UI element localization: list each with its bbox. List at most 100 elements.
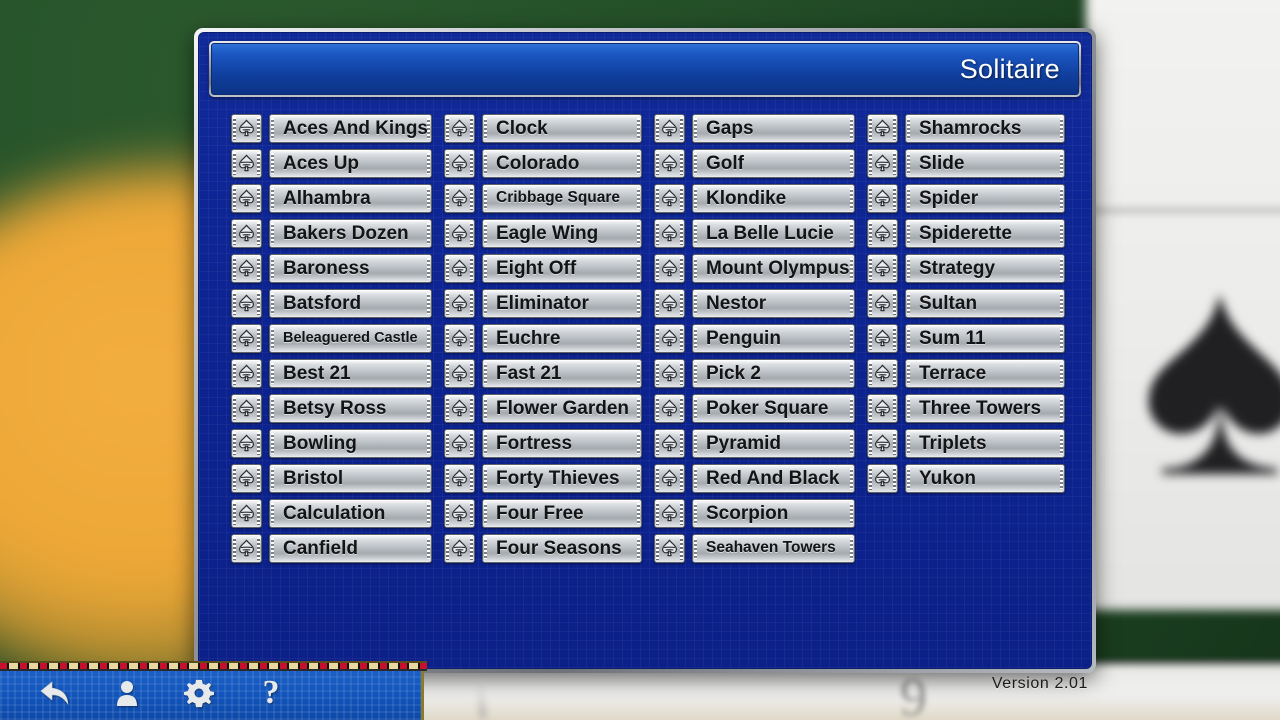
- game-button-fast-21[interactable]: Fast 21: [482, 358, 642, 388]
- game-button-sum-11[interactable]: Sum 11: [905, 323, 1065, 353]
- game-button-flower-garden[interactable]: Flower Garden: [482, 393, 642, 423]
- player-icon[interactable]: [110, 676, 144, 710]
- game-button-euchre[interactable]: Euchre: [482, 323, 642, 353]
- game-button-scorpion[interactable]: Scorpion: [692, 498, 855, 528]
- spade-icon[interactable]: [867, 428, 898, 458]
- spade-icon[interactable]: [231, 393, 262, 423]
- game-button-calculation[interactable]: Calculation: [269, 498, 432, 528]
- spade-icon[interactable]: [231, 498, 262, 528]
- game-button-best-21[interactable]: Best 21: [269, 358, 432, 388]
- game-button-aces-and-kings[interactable]: Aces And Kings: [269, 113, 432, 143]
- game-button-sultan[interactable]: Sultan: [905, 288, 1065, 318]
- spade-icon[interactable]: [654, 253, 685, 283]
- spade-icon[interactable]: [444, 498, 475, 528]
- spade-icon[interactable]: [654, 323, 685, 353]
- spade-icon[interactable]: [654, 113, 685, 143]
- spade-icon[interactable]: [867, 113, 898, 143]
- game-button-eagle-wing[interactable]: Eagle Wing: [482, 218, 642, 248]
- spade-icon[interactable]: [867, 323, 898, 353]
- spade-icon[interactable]: [231, 463, 262, 493]
- spade-icon[interactable]: [444, 428, 475, 458]
- game-button-bristol[interactable]: Bristol: [269, 463, 432, 493]
- spade-icon[interactable]: [231, 148, 262, 178]
- game-button-triplets[interactable]: Triplets: [905, 428, 1065, 458]
- game-button-aces-up[interactable]: Aces Up: [269, 148, 432, 178]
- game-button-yukon[interactable]: Yukon: [905, 463, 1065, 493]
- game-button-three-towers[interactable]: Three Towers: [905, 393, 1065, 423]
- spade-icon[interactable]: [231, 533, 262, 563]
- game-button-alhambra[interactable]: Alhambra: [269, 183, 432, 213]
- game-button-mount-olympus[interactable]: Mount Olympus: [692, 253, 855, 283]
- spade-icon[interactable]: [444, 288, 475, 318]
- spade-icon[interactable]: [867, 148, 898, 178]
- game-button-penguin[interactable]: Penguin: [692, 323, 855, 353]
- game-button-strategy[interactable]: Strategy: [905, 253, 1065, 283]
- gear-icon[interactable]: [182, 676, 216, 710]
- game-button-cribbage-square[interactable]: Cribbage Square: [482, 183, 642, 213]
- spade-icon[interactable]: [444, 183, 475, 213]
- game-button-gaps[interactable]: Gaps: [692, 113, 855, 143]
- game-button-spider[interactable]: Spider: [905, 183, 1065, 213]
- game-button-la-belle-lucie[interactable]: La Belle Lucie: [692, 218, 855, 248]
- game-button-pick-2[interactable]: Pick 2: [692, 358, 855, 388]
- spade-icon[interactable]: [867, 358, 898, 388]
- spade-icon[interactable]: [867, 288, 898, 318]
- game-button-colorado[interactable]: Colorado: [482, 148, 642, 178]
- spade-icon[interactable]: [231, 113, 262, 143]
- spade-icon[interactable]: [654, 393, 685, 423]
- spade-icon[interactable]: [231, 288, 262, 318]
- spade-icon[interactable]: [654, 183, 685, 213]
- spade-icon[interactable]: [654, 288, 685, 318]
- spade-icon[interactable]: [231, 358, 262, 388]
- question-mark-icon[interactable]: ?: [254, 676, 288, 710]
- spade-icon[interactable]: [654, 498, 685, 528]
- back-arrow-icon[interactable]: [38, 676, 72, 710]
- game-button-four-free[interactable]: Four Free: [482, 498, 642, 528]
- game-button-klondike[interactable]: Klondike: [692, 183, 855, 213]
- spade-icon[interactable]: [654, 533, 685, 563]
- spade-icon[interactable]: [867, 393, 898, 423]
- spade-icon[interactable]: [654, 428, 685, 458]
- game-button-bakers-dozen[interactable]: Bakers Dozen: [269, 218, 432, 248]
- spade-icon[interactable]: [867, 253, 898, 283]
- game-button-red-and-black[interactable]: Red And Black: [692, 463, 855, 493]
- spade-icon[interactable]: [444, 323, 475, 353]
- spade-icon[interactable]: [231, 183, 262, 213]
- game-button-golf[interactable]: Golf: [692, 148, 855, 178]
- game-button-nestor[interactable]: Nestor: [692, 288, 855, 318]
- game-button-poker-square[interactable]: Poker Square: [692, 393, 855, 423]
- spade-icon[interactable]: [654, 358, 685, 388]
- spade-icon[interactable]: [444, 218, 475, 248]
- spade-icon[interactable]: [231, 323, 262, 353]
- spade-icon[interactable]: [444, 358, 475, 388]
- spade-icon[interactable]: [654, 148, 685, 178]
- game-button-seahaven-towers[interactable]: Seahaven Towers: [692, 533, 855, 563]
- game-button-canfield[interactable]: Canfield: [269, 533, 432, 563]
- spade-icon[interactable]: [444, 113, 475, 143]
- game-button-eight-off[interactable]: Eight Off: [482, 253, 642, 283]
- spade-icon[interactable]: [654, 218, 685, 248]
- game-button-slide[interactable]: Slide: [905, 148, 1065, 178]
- spade-icon[interactable]: [444, 393, 475, 423]
- spade-icon[interactable]: [444, 148, 475, 178]
- game-button-four-seasons[interactable]: Four Seasons: [482, 533, 642, 563]
- spade-icon[interactable]: [867, 218, 898, 248]
- spade-icon[interactable]: [444, 533, 475, 563]
- spade-icon[interactable]: [231, 253, 262, 283]
- game-button-clock[interactable]: Clock: [482, 113, 642, 143]
- game-button-fortress[interactable]: Fortress: [482, 428, 642, 458]
- game-button-terrace[interactable]: Terrace: [905, 358, 1065, 388]
- game-button-forty-thieves[interactable]: Forty Thieves: [482, 463, 642, 493]
- game-button-spiderette[interactable]: Spiderette: [905, 218, 1065, 248]
- spade-icon[interactable]: [867, 463, 898, 493]
- game-button-pyramid[interactable]: Pyramid: [692, 428, 855, 458]
- spade-icon[interactable]: [231, 428, 262, 458]
- spade-icon[interactable]: [654, 463, 685, 493]
- spade-icon[interactable]: [231, 218, 262, 248]
- spade-icon[interactable]: [867, 183, 898, 213]
- game-button-baroness[interactable]: Baroness: [269, 253, 432, 283]
- game-button-bowling[interactable]: Bowling: [269, 428, 432, 458]
- game-button-beleaguered-castle[interactable]: Beleaguered Castle: [269, 323, 432, 353]
- game-button-batsford[interactable]: Batsford: [269, 288, 432, 318]
- game-button-betsy-ross[interactable]: Betsy Ross: [269, 393, 432, 423]
